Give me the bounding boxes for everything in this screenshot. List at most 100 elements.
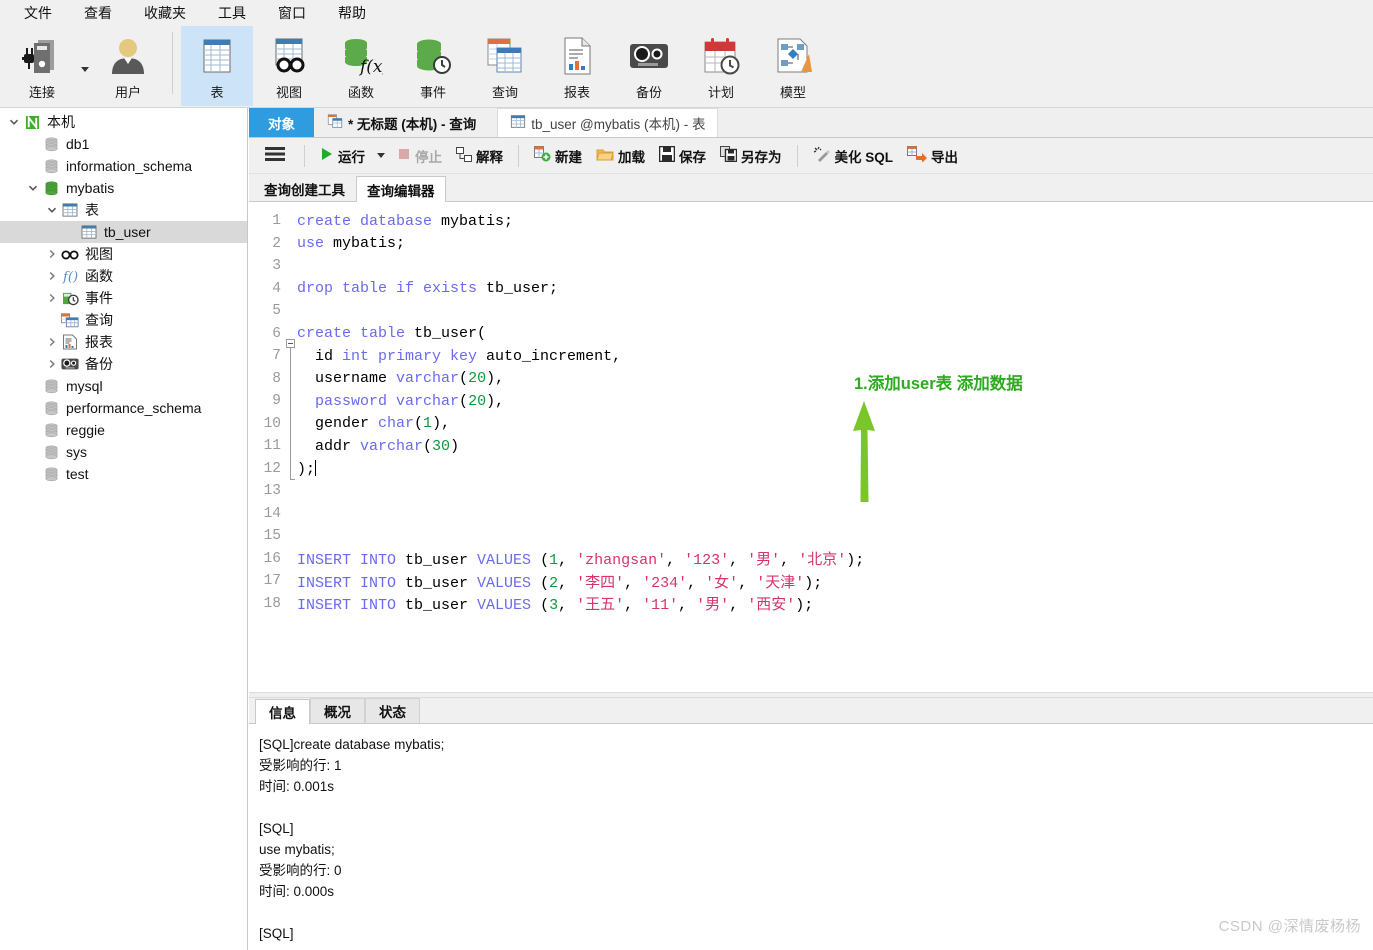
toolbar-button-backup[interactable]: 备份 xyxy=(613,26,685,106)
tree-node--[interactable]: 本机 xyxy=(0,111,247,133)
object-tree[interactable]: 本机 db1 information_schema mybatis 表 tb_user 视图… xyxy=(0,111,247,485)
toolbar-button-function[interactable]: f(x) 函数 xyxy=(325,26,397,106)
line-number: 12 xyxy=(263,460,281,477)
query-icon xyxy=(483,32,527,80)
toolbar-separator xyxy=(518,144,519,167)
chevron-right-icon[interactable] xyxy=(44,293,60,303)
chevron-right-icon[interactable] xyxy=(44,271,60,281)
database-icon xyxy=(41,423,61,438)
chevron-right-icon[interactable] xyxy=(44,337,60,347)
results-tab-profile[interactable]: 概况 xyxy=(310,698,365,723)
tab-query[interactable]: * 无标题 (本机) - 查询 xyxy=(314,108,490,137)
sql-editor[interactable]: 1 create database mybatis; 2 use mybatis; 3 4… xyxy=(249,202,1373,694)
tree-node-db1[interactable]: db1 xyxy=(0,133,247,155)
tree-node-test[interactable]: test xyxy=(0,463,247,485)
results-tab-info[interactable]: 信息 xyxy=(255,699,310,724)
save-as-icon xyxy=(720,146,738,165)
tab-table-tb-user[interactable]: tb_user @mybatis (本机) - 表 xyxy=(497,108,719,137)
tree-node-tb_user[interactable]: tb_user xyxy=(0,221,247,243)
tree-node--[interactable]: 表 xyxy=(0,199,247,221)
view-icon xyxy=(267,32,311,80)
toolbar-button-query[interactable]: 查询 xyxy=(469,26,541,106)
toolbar-label-table: 表 xyxy=(210,85,224,100)
beautify-sql-button[interactable]: 美化 SQL xyxy=(807,143,900,169)
toolbar-button-report[interactable]: 报表 xyxy=(541,26,613,106)
menu-file[interactable]: 文件 xyxy=(8,0,68,26)
tree-node--[interactable]: 视图 xyxy=(0,243,247,265)
load-button[interactable]: 加载 xyxy=(590,143,651,169)
toolbar-button-table[interactable]: 表 xyxy=(181,26,253,106)
results-tab-status[interactable]: 状态 xyxy=(365,698,420,723)
table-icon xyxy=(60,203,80,217)
line-number: 13 xyxy=(263,483,281,500)
tab-objects[interactable]: 对象 xyxy=(249,108,314,137)
tree-node-sys[interactable]: sys xyxy=(0,441,247,463)
model-icon xyxy=(771,32,815,80)
code-line: 2 use mybatis; xyxy=(249,233,1373,256)
connection-dropdown-arrow[interactable] xyxy=(78,26,92,106)
tree-node-label: performance_schema xyxy=(66,400,202,416)
export-button[interactable]: 导出 xyxy=(901,143,964,169)
toolbar-label-backup: 备份 xyxy=(635,85,662,100)
chevron-down-icon[interactable] xyxy=(6,117,22,127)
chevron-down-icon[interactable] xyxy=(25,183,41,193)
sql-code-area[interactable]: 1 create database mybatis; 2 use mybatis; 3 4… xyxy=(249,210,1373,615)
tree-node-label: 表 xyxy=(85,202,99,218)
run-button[interactable]: 运行 xyxy=(314,143,371,169)
chevron-right-icon[interactable] xyxy=(44,359,60,369)
code-line: 12); xyxy=(249,458,1373,481)
code-line: 4 drop table if exists tb_user; xyxy=(249,278,1373,301)
toolbar-button-view[interactable]: 视图 xyxy=(253,26,325,106)
menu-view[interactable]: 查看 xyxy=(68,0,128,26)
code-text: password varchar(20), xyxy=(315,392,505,410)
stop-button[interactable]: 停止 xyxy=(391,143,448,169)
tree-node--[interactable]: 备份 xyxy=(0,353,247,375)
tree-node--[interactable]: f() 函数 xyxy=(0,265,247,287)
explain-button[interactable]: 解释 xyxy=(450,143,509,169)
export-icon xyxy=(907,146,928,165)
toolbar-label-view: 视图 xyxy=(275,85,302,100)
toolbar-button-model[interactable]: 模型 xyxy=(757,26,829,106)
tree-node-reggie[interactable]: reggie xyxy=(0,419,247,441)
table-icon xyxy=(197,32,237,80)
tree-node--[interactable]: 查询 xyxy=(0,309,247,331)
database-icon xyxy=(41,159,61,174)
new-button[interactable]: 新建 xyxy=(528,143,588,169)
toolbar-button-user[interactable]: 用户 xyxy=(92,26,164,106)
report-icon xyxy=(555,32,599,80)
chevron-right-icon[interactable] xyxy=(44,249,60,259)
run-dropdown-arrow[interactable] xyxy=(373,150,389,161)
toolbar-button-connection[interactable]: 连接 xyxy=(6,26,78,106)
toolbar-button-schedule[interactable]: 计划 xyxy=(685,26,757,106)
code-line: 15 xyxy=(249,525,1373,548)
menu-favorites[interactable]: 收藏夹 xyxy=(128,0,202,26)
results-log: [SQL]create database mybatis; 受影响的行: 1 时… xyxy=(259,737,445,941)
tree-node-label: test xyxy=(66,466,89,482)
toolbar-button-event[interactable]: 事件 xyxy=(397,26,469,106)
tree-node-information_schema[interactable]: information_schema xyxy=(0,155,247,177)
menu-window[interactable]: 窗口 xyxy=(262,0,322,26)
tree-node--[interactable]: 事件 xyxy=(0,287,247,309)
code-line: 17 INSERT INTO tb_user VALUES (2, '李四', '… xyxy=(249,570,1373,593)
tree-node-performance_schema[interactable]: performance_schema xyxy=(0,397,247,419)
subtab-query-editor[interactable]: 查询编辑器 xyxy=(356,176,446,202)
chevron-down-icon[interactable] xyxy=(44,205,60,215)
tree-node-label: 本机 xyxy=(47,114,75,130)
line-number: 16 xyxy=(263,550,281,567)
save-button[interactable]: 保存 xyxy=(653,143,712,169)
line-number: 5 xyxy=(272,303,281,320)
run-icon xyxy=(320,147,334,164)
subtab-query-builder[interactable]: 查询创建工具 xyxy=(253,175,356,201)
save-as-button[interactable]: 另存为 xyxy=(714,143,788,169)
hamburger-menu-button[interactable] xyxy=(255,143,295,168)
tree-node-mysql[interactable]: mysql xyxy=(0,375,247,397)
tree-node--[interactable]: 报表 xyxy=(0,331,247,353)
menu-help[interactable]: 帮助 xyxy=(322,0,382,26)
navigation-sidebar[interactable]: 本机 db1 information_schema mybatis 表 tb_user 视图… xyxy=(0,108,248,950)
beautify-icon xyxy=(813,146,831,166)
tree-node-mybatis[interactable]: mybatis xyxy=(0,177,247,199)
annotation-text: 1.添加user表 添加数据 xyxy=(854,375,1023,393)
line-number: 11 xyxy=(263,438,281,455)
menu-tools[interactable]: 工具 xyxy=(202,0,262,26)
function-icon: f(x) xyxy=(339,32,383,80)
